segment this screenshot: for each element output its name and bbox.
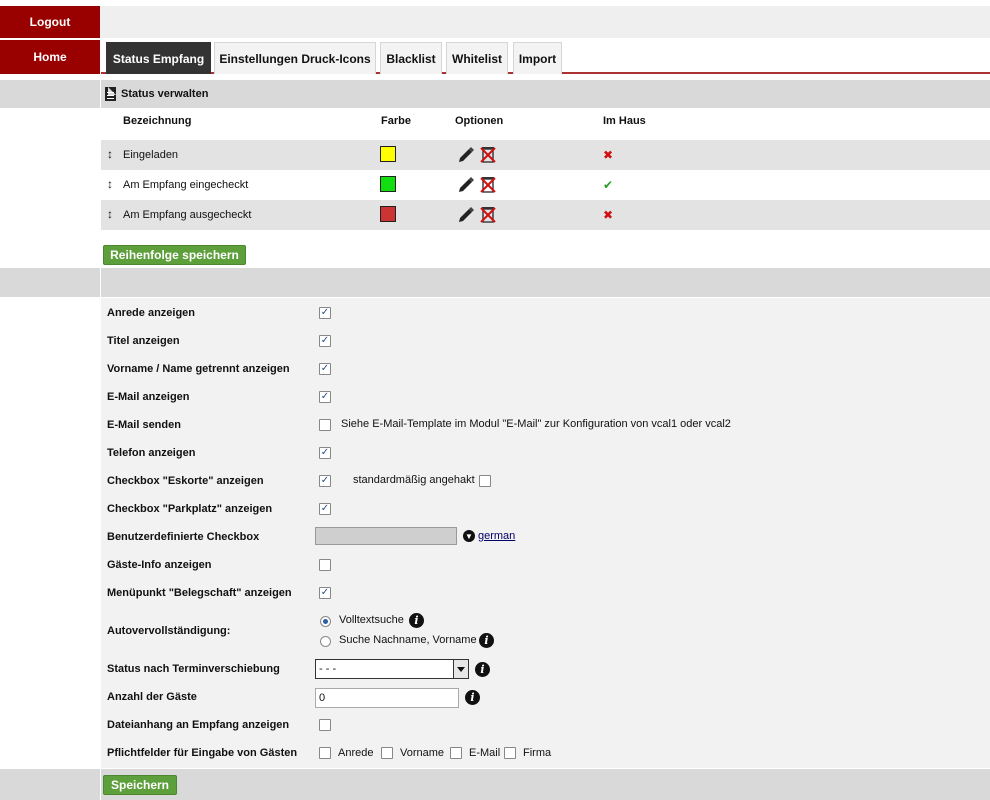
color-swatch xyxy=(380,206,396,222)
save-button[interactable]: Speichern xyxy=(103,775,177,795)
setting-label-eskorte: Checkbox "Eskorte" anzeigen xyxy=(107,475,264,487)
language-link[interactable]: german xyxy=(478,530,515,542)
required-email-label: E-Mail xyxy=(469,747,501,759)
setting-label-autocomplete: Autovervollständigung: xyxy=(107,625,231,637)
setting-label-titel: Titel anzeigen xyxy=(107,335,180,347)
column-header-options: Optionen xyxy=(455,115,504,127)
section-title-status: Status verwalten xyxy=(101,80,990,108)
checkbox-eskorte-default[interactable] xyxy=(479,475,491,487)
radio-autocomplete-fulltext[interactable] xyxy=(320,616,331,627)
status-shift-select[interactable]: - - - xyxy=(315,659,469,679)
info-icon[interactable]: i xyxy=(479,633,494,648)
left-strip xyxy=(0,769,100,800)
tab-einstellungen-druck-icons[interactable]: Einstellungen Druck-Icons xyxy=(214,42,376,74)
pencil-icon[interactable] xyxy=(457,146,475,164)
color-swatch xyxy=(380,176,396,192)
drag-handle-icon[interactable]: ↕ xyxy=(107,177,113,191)
radio-label-name: Suche Nachname, Vorname xyxy=(339,634,477,646)
email-send-note: Siehe E-Mail-Template im Modul "E-Mail" … xyxy=(341,418,731,430)
save-order-button[interactable]: Reihenfolge speichern xyxy=(103,245,246,265)
setting-label-gaeste-info: Gäste-Info anzeigen xyxy=(107,559,212,571)
left-strip xyxy=(0,268,100,297)
left-strip xyxy=(0,80,100,108)
status-shift-value: - - - xyxy=(319,663,337,675)
setting-label-custom-checkbox: Benutzerdefinierte Checkbox xyxy=(107,531,260,543)
setting-label-attachment: Dateianhang an Empfang anzeigen xyxy=(107,719,290,731)
footer-bar xyxy=(101,769,990,800)
tab-blacklist[interactable]: Blacklist xyxy=(380,42,442,74)
column-header-name: Bezeichnung xyxy=(123,115,192,127)
setting-label-guest-count: Anzahl der Gäste xyxy=(107,691,197,703)
checkbox-required-email[interactable] xyxy=(450,747,462,759)
checkbox-attachment[interactable] xyxy=(319,719,331,731)
column-header-color: Farbe xyxy=(381,115,411,127)
info-icon[interactable]: i xyxy=(475,662,490,677)
in-house-indicator: ✖ xyxy=(603,208,614,222)
delete-icon[interactable] xyxy=(480,176,496,193)
top-bar xyxy=(0,6,990,38)
section-title-settings xyxy=(101,268,990,297)
setting-label-required-fields: Pflichtfelder für Eingabe von Gästen xyxy=(107,747,298,759)
document-icon xyxy=(105,87,116,101)
checkbox-telefon[interactable] xyxy=(319,447,331,459)
tab-whitelist[interactable]: Whitelist xyxy=(446,42,508,74)
info-icon[interactable]: i xyxy=(465,690,480,705)
custom-checkbox-input[interactable] xyxy=(315,527,457,545)
status-name: Am Empfang ausgecheckt xyxy=(123,209,252,221)
tab-status-empfang[interactable]: Status Empfang xyxy=(106,42,211,74)
checkbox-required-vorname[interactable] xyxy=(381,747,393,759)
tab-bar: Status Empfang Einstellungen Druck-Icons… xyxy=(101,40,990,74)
required-vorname-label: Vorname xyxy=(400,747,445,759)
eskorte-note: standardmäßig angehakt xyxy=(353,474,475,486)
color-swatch xyxy=(380,146,396,162)
table-row: ↕ Am Empfang eingecheckt ✔ xyxy=(101,170,990,200)
tab-import[interactable]: Import xyxy=(513,42,562,74)
table-row: ↕ Am Empfang ausgecheckt ✖ xyxy=(101,200,990,230)
setting-label-vorname: Vorname / Name getrennt anzeigen xyxy=(107,363,290,375)
delete-icon[interactable] xyxy=(480,146,496,163)
pencil-icon[interactable] xyxy=(457,176,475,194)
setting-label-email-show: E-Mail anzeigen xyxy=(107,391,190,403)
setting-label-status-shift: Status nach Terminverschiebung xyxy=(107,663,280,675)
radio-label-fulltext: Volltextsuche xyxy=(339,614,404,626)
setting-label-belegschaft: Menüpunkt "Belegschaft" anzeigen xyxy=(107,587,292,599)
setting-label-email-send: E-Mail senden xyxy=(107,419,181,431)
info-icon[interactable]: i xyxy=(409,613,424,628)
setting-label-telefon: Telefon anzeigen xyxy=(107,447,196,459)
drag-handle-icon[interactable]: ↕ xyxy=(107,207,113,221)
status-name: Eingeladen xyxy=(123,149,179,161)
checkbox-gaeste-info[interactable] xyxy=(319,559,331,571)
status-name: Am Empfang eingecheckt xyxy=(123,179,249,191)
checkbox-email-send[interactable] xyxy=(319,419,331,431)
in-house-indicator: ✖ xyxy=(603,148,614,162)
delete-icon[interactable] xyxy=(480,206,496,223)
checkbox-titel[interactable] xyxy=(319,335,331,347)
checkbox-eskorte[interactable] xyxy=(319,475,331,487)
checkbox-email-show[interactable] xyxy=(319,391,331,403)
pencil-icon[interactable] xyxy=(457,206,475,224)
setting-label-anrede: Anrede anzeigen xyxy=(107,307,196,319)
required-firma-label: Firma xyxy=(523,747,552,759)
home-button[interactable]: Home xyxy=(0,40,100,74)
checkbox-parkplatz[interactable] xyxy=(319,503,331,515)
language-dropdown-icon[interactable]: ▼ xyxy=(463,530,475,542)
column-header-in-house: Im Haus xyxy=(603,115,646,127)
drag-handle-icon[interactable]: ↕ xyxy=(107,147,113,161)
in-house-indicator: ✔ xyxy=(603,178,614,192)
required-anrede-label: Anrede xyxy=(338,747,374,759)
guest-count-input[interactable]: 0 xyxy=(315,688,459,708)
checkbox-belegschaft[interactable] xyxy=(319,587,331,599)
checkbox-required-firma[interactable] xyxy=(504,747,516,759)
radio-autocomplete-name[interactable] xyxy=(320,636,331,647)
setting-label-parkplatz: Checkbox "Parkplatz" anzeigen xyxy=(107,503,273,515)
logout-button[interactable]: Logout xyxy=(0,6,100,38)
chevron-down-icon[interactable] xyxy=(453,660,468,678)
checkbox-vorname[interactable] xyxy=(319,363,331,375)
section-title-text: Status verwalten xyxy=(121,88,209,100)
checkbox-required-anrede[interactable] xyxy=(319,747,331,759)
checkbox-anrede[interactable] xyxy=(319,307,331,319)
table-row: ↕ Eingeladen ✖ xyxy=(101,140,990,170)
